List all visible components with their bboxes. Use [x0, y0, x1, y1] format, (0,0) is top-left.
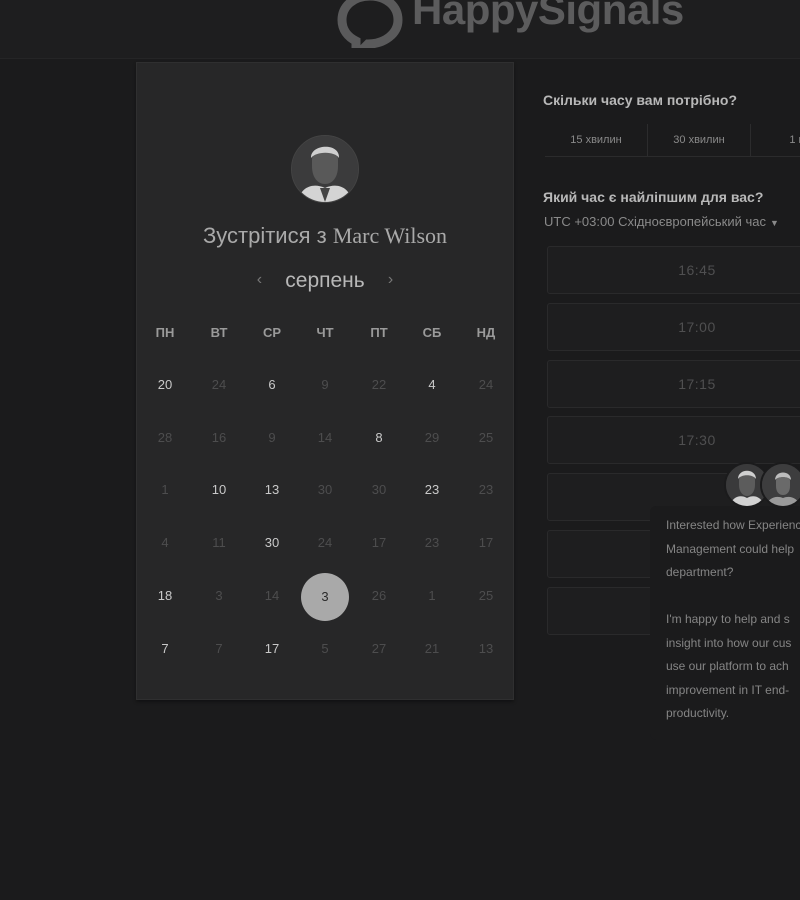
time-slot-label: 17:00 [678, 319, 716, 335]
calendar-day: 24 [317, 535, 333, 551]
calendar-day: 23 [478, 482, 494, 498]
weekday-header: ПН ВТ СР ЧТ ПТ СБ НД [137, 325, 513, 351]
calendar-day[interactable]: 17 [249, 641, 295, 656]
calendar-day: 21 [424, 640, 440, 656]
calendar-day: 4 [161, 535, 169, 551]
time-slot[interactable]: 17:15 [547, 360, 800, 408]
time-slot-label: 16:45 [678, 262, 716, 278]
calendar-day[interactable]: 4 [409, 377, 455, 392]
calendar-day: 24 [478, 377, 494, 392]
calendar-day[interactable]: 8 [356, 430, 402, 445]
calendar-day[interactable]: 7 [142, 641, 188, 656]
time-slot[interactable]: 16:45 [547, 246, 800, 294]
calendar-day-selected[interactable]: 3 [301, 572, 349, 621]
calendar-day: 5 [321, 640, 329, 656]
calendar-day[interactable]: 10 [196, 482, 242, 497]
booking-page: HappySignals Зустрітися з Marc Wilson ‹ … [0, 0, 800, 900]
calendar-day: 13 [478, 640, 494, 656]
calendar-day: 27 [371, 640, 387, 656]
meeting-title-prefix: Зустрітися з [202, 223, 327, 248]
caret-down-icon: ▼ [769, 218, 779, 228]
weekday-label: ЧТ [316, 325, 334, 340]
weekday-label: НД [476, 325, 496, 340]
calendar-day: 14 [317, 429, 333, 445]
weekday-label: ПН [155, 325, 175, 340]
duration-options: 15 хвилин30 хвилин1 год [545, 124, 800, 157]
logo-text: HappySignals [412, 0, 684, 33]
calendar-day: 7 [215, 640, 223, 656]
timezone-label: UTC +03:00 Східноєвропейський час [544, 214, 766, 229]
happysignals-logo-icon [337, 0, 403, 48]
calendar-day: 3 [215, 587, 223, 603]
calendar-day: 30 [371, 482, 387, 498]
calendar-day: 16 [211, 429, 227, 445]
host-name: Marc Wilson [332, 223, 448, 248]
calendar-card: Зустрітися з Marc Wilson ‹ серпень › ПН В… [136, 62, 514, 700]
calendar-day[interactable]: 30 [249, 535, 295, 550]
calendar-day: 30 [317, 482, 333, 498]
calendar-day: 29 [424, 429, 440, 445]
calendar-day: 17 [478, 535, 494, 551]
calendar-day: 9 [268, 429, 276, 445]
chat-widget[interactable]: Interested how Experience Management cou… [650, 506, 800, 740]
calendar-day[interactable]: 13 [249, 482, 295, 497]
duration-option[interactable]: 1 год [751, 124, 800, 156]
duration-option[interactable]: 15 хвилин [545, 124, 648, 156]
calendar-day[interactable]: 6 [249, 377, 295, 392]
host-photo [292, 136, 358, 202]
calendar-day: 25 [478, 587, 494, 603]
calendar-week-row: 1 10 13 30 30 23 23 [137, 482, 513, 535]
calendar-day: 17 [371, 535, 387, 551]
chevron-right-icon[interactable]: › [381, 271, 401, 289]
time-slot[interactable]: 17:00 [547, 303, 800, 351]
calendar-week-row: 18 3 14 3 26 1 25 [137, 572, 513, 641]
chat-message: Interested how Experience Management cou… [666, 518, 800, 720]
calendar-day: 14 [264, 587, 280, 603]
time-slot-label: 17:30 [678, 432, 716, 448]
calendar-day: 1 [161, 482, 169, 498]
chevron-left-icon[interactable]: ‹ [249, 271, 269, 289]
time-question: Який час є найліпшим для вас? [543, 189, 764, 205]
calendar-week-row: 28 16 9 14 8 29 25 [137, 430, 513, 483]
calendar-week-row: 20 24 6 9 22 4 24 [137, 377, 513, 430]
timezone-select[interactable]: UTC +03:00 Східноєвропейський час ▼ [544, 214, 779, 229]
host-avatar [291, 135, 359, 203]
time-slot[interactable]: 17:30 [547, 416, 800, 464]
site-header: HappySignals [0, 0, 800, 59]
calendar-day: 28 [157, 429, 173, 445]
time-slot-label: 17:15 [678, 376, 716, 392]
month-navigator: ‹ серпень › [137, 269, 513, 293]
weekday-label: СБ [422, 325, 442, 340]
calendar-week-row: 7 7 17 5 27 21 13 [137, 641, 513, 694]
calendar-day: 11 [212, 535, 226, 551]
calendar-day: 1 [428, 587, 436, 603]
duration-option[interactable]: 30 хвилин [648, 124, 751, 156]
calendar-day: 25 [478, 429, 494, 445]
calendar-day: 24 [211, 377, 227, 392]
calendar-day: 9 [321, 377, 329, 392]
duration-question: Скільки часу вам потрібно? [543, 92, 738, 108]
weekday-label: ВТ [210, 325, 228, 340]
chat-agent-avatar-2 [760, 462, 800, 508]
weekday-label: ПТ [370, 325, 388, 340]
calendar-day: 23 [424, 535, 440, 551]
calendar-day: 26 [371, 587, 387, 603]
calendar-day[interactable]: 18 [142, 588, 188, 603]
calendar-day[interactable]: 23 [409, 482, 455, 497]
meeting-title: Зустрітися з Marc Wilson [137, 223, 513, 249]
month-label: серпень [285, 269, 365, 292]
weekday-label: СР [262, 325, 282, 340]
calendar-day: 22 [371, 377, 387, 392]
calendar-day[interactable]: 20 [142, 377, 188, 392]
